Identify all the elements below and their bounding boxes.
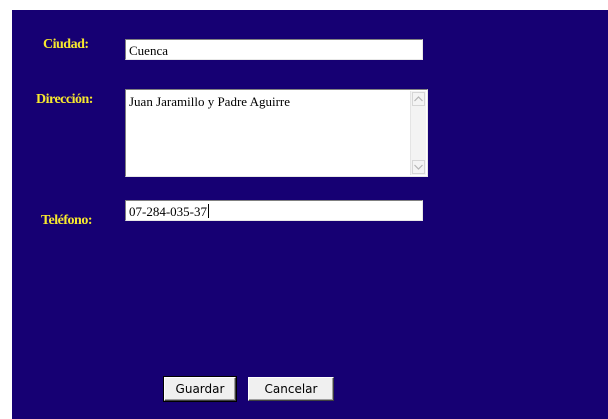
telefono-label: Teléfono: — [41, 213, 92, 228]
direccion-label: Dirección: — [36, 92, 93, 107]
direccion-value: Juan Jaramillo y Padre Aguirre — [129, 94, 291, 109]
text-caret — [208, 204, 209, 218]
scroll-up-icon[interactable] — [412, 92, 425, 106]
guardar-button[interactable]: Guardar — [163, 376, 237, 402]
form-panel: Ciudad: Cuenca Dirección: Juan Jaramillo… — [12, 10, 608, 419]
ciudad-input[interactable]: Cuenca — [125, 39, 423, 60]
telefono-value: 07-284-035-37 — [129, 204, 209, 219]
ciudad-value: Cuenca — [129, 43, 168, 58]
direccion-scrollbar[interactable] — [410, 91, 426, 175]
ciudad-label: Ciudad: — [43, 37, 89, 52]
telefono-input[interactable]: 07-284-035-37 — [125, 200, 423, 221]
scroll-down-icon[interactable] — [412, 160, 425, 174]
cancelar-button[interactable]: Cancelar — [248, 377, 334, 401]
direccion-textarea[interactable]: Juan Jaramillo y Padre Aguirre — [125, 89, 428, 177]
